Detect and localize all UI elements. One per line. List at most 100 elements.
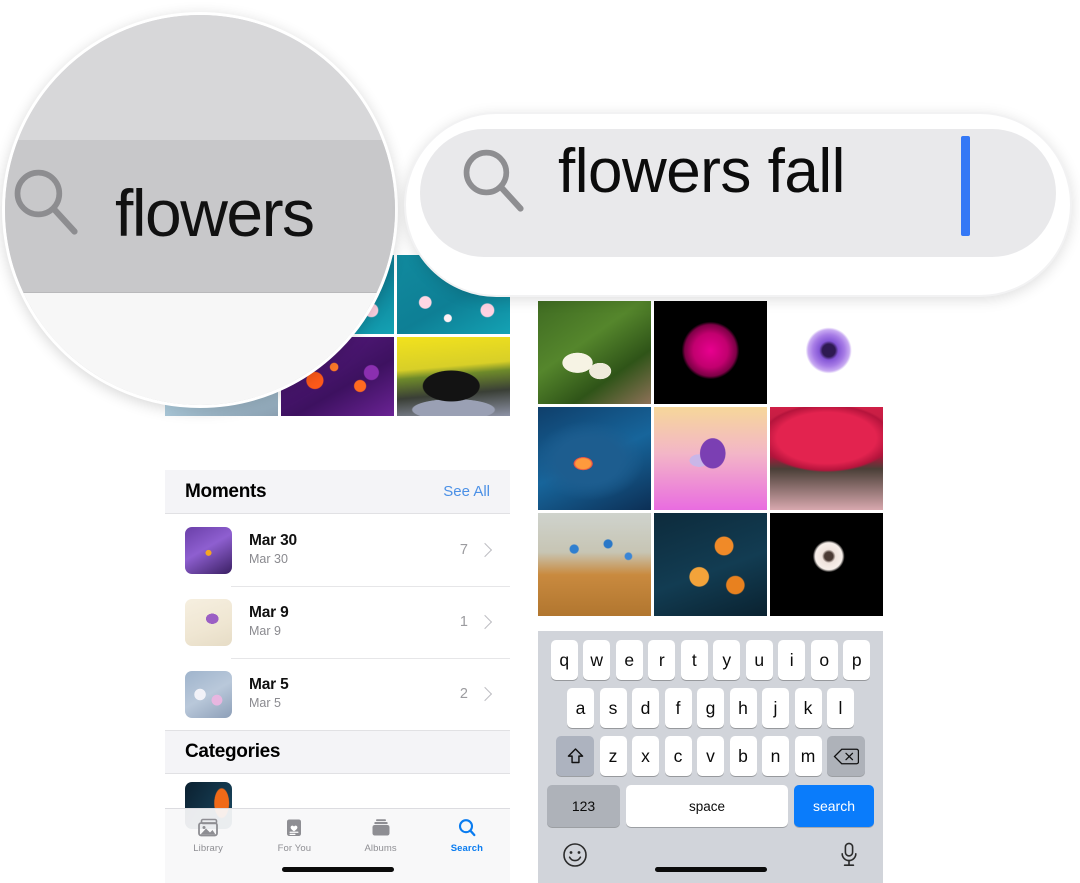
magnified-search-text: flowers fall (558, 137, 845, 206)
magnifier-callout-left: flowers (2, 12, 398, 408)
search-magnifier-icon (458, 819, 476, 837)
key-e[interactable]: e (615, 640, 643, 680)
moment-subtitle: Mar 9 (249, 624, 281, 639)
keyboard-row-4: 123 space search (538, 785, 883, 827)
chevron-right-icon (477, 686, 493, 702)
key-j[interactable]: j (762, 688, 789, 728)
key-l[interactable]: l (827, 688, 854, 728)
chevron-right-icon (477, 542, 493, 558)
search-icon (14, 169, 78, 235)
photo-thumbnail[interactable] (538, 301, 651, 404)
delete-backspace-icon (833, 748, 859, 764)
for-you-heart-card-icon (287, 819, 302, 836)
key-u[interactable]: u (745, 640, 773, 680)
photo-thumbnail[interactable] (770, 513, 883, 616)
key-f[interactable]: f (664, 688, 692, 728)
moments-section-header: Moments See All (165, 470, 510, 514)
key-x[interactable]: x (632, 736, 659, 776)
photo-thumbnail[interactable] (654, 513, 767, 616)
keyboard-row-1: q w e r t y u i o p (538, 640, 883, 680)
tab-label: For You (277, 843, 312, 854)
key-i[interactable]: i (778, 640, 806, 680)
callout-bottom-band (5, 291, 395, 405)
moment-count: 2 (459, 686, 468, 702)
shift-arrow-icon (567, 747, 583, 763)
moment-thumbnail (185, 598, 232, 646)
categories-section-header: Categories (165, 730, 510, 774)
emoji-smiley-icon[interactable] (562, 842, 588, 868)
key-q[interactable]: q (550, 640, 578, 680)
home-indicator (281, 867, 394, 872)
key-k[interactable]: k (794, 688, 822, 728)
phone-right-screen: q w e r t y u i o p a s d f g h j k l z … (538, 288, 883, 883)
photo-thumbnail[interactable] (538, 513, 651, 616)
callout-top-band (5, 15, 395, 140)
moment-title: Mar 30 (249, 532, 297, 550)
moment-title: Mar 5 (249, 676, 289, 694)
moment-count: 7 (459, 542, 468, 558)
screenshot-stage: Moments See All Mar 30 Mar 30 7 Mar 9 Ma… (0, 0, 1080, 883)
moment-row[interactable]: Mar 5 Mar 5 2 (165, 658, 510, 730)
photos-library-icon (198, 818, 219, 837)
tab-albums[interactable]: Albums (338, 818, 424, 854)
moment-row[interactable]: Mar 30 Mar 30 7 (165, 514, 510, 586)
key-d[interactable]: d (632, 688, 659, 728)
photo-thumbnail[interactable] (654, 407, 767, 510)
key-y[interactable]: y (713, 640, 741, 680)
moment-title: Mar 9 (249, 604, 289, 622)
photo-thumbnail[interactable] (538, 407, 651, 510)
tab-for-you[interactable]: For You (251, 818, 337, 854)
tab-label: Library (193, 843, 223, 854)
key-v[interactable]: v (697, 736, 724, 776)
chevron-right-icon (477, 614, 493, 630)
key-c[interactable]: c (664, 736, 692, 776)
key-g[interactable]: g (697, 688, 724, 728)
key-r[interactable]: r (648, 640, 676, 680)
tab-bar: Library For You Albums Search (165, 808, 510, 883)
tab-search[interactable]: Search (424, 818, 510, 854)
on-screen-keyboard: q w e r t y u i o p a s d f g h j k l z … (538, 631, 883, 883)
delete-key[interactable] (827, 736, 865, 776)
moment-count: 1 (459, 614, 468, 630)
numbers-key[interactable]: 123 (547, 785, 620, 827)
shift-key[interactable] (556, 736, 594, 776)
keyboard-bottom-row (538, 827, 883, 869)
keyboard-row-2: a s d f g h j k l (538, 688, 883, 728)
keyboard-row-3: z x c v b n m (538, 736, 883, 776)
moment-subtitle: Mar 5 (249, 696, 281, 711)
albums-stack-icon (372, 819, 390, 836)
key-h[interactable]: h (729, 688, 757, 728)
home-indicator (654, 867, 767, 872)
magnified-search-text: flowers (115, 176, 315, 250)
moment-thumbnail (185, 670, 232, 718)
key-t[interactable]: t (680, 640, 708, 680)
moments-title: Moments (185, 480, 267, 502)
microphone-icon[interactable] (839, 841, 859, 869)
space-key[interactable]: space (626, 785, 788, 827)
tab-label: Albums (364, 843, 397, 854)
photo-results-grid-right[interactable] (538, 301, 883, 619)
text-cursor (961, 136, 970, 236)
photo-thumbnail[interactable] (770, 301, 883, 404)
key-a[interactable]: a (567, 688, 594, 728)
key-p[interactable]: p (843, 640, 871, 680)
photo-thumbnail[interactable] (397, 337, 510, 416)
moment-row[interactable]: Mar 9 Mar 9 1 (165, 586, 510, 658)
key-w[interactable]: w (583, 640, 611, 680)
search-icon (463, 149, 524, 212)
photo-thumbnail[interactable] (770, 407, 883, 510)
magnifier-callout-right: flowers fall (404, 112, 1072, 297)
key-z[interactable]: z (599, 736, 627, 776)
key-n[interactable]: n (762, 736, 789, 776)
moment-subtitle: Mar 30 (249, 552, 288, 567)
key-s[interactable]: s (599, 688, 627, 728)
key-o[interactable]: o (810, 640, 838, 680)
key-m[interactable]: m (794, 736, 822, 776)
search-return-key[interactable]: search (794, 785, 874, 827)
moments-see-all-link[interactable]: See All (443, 483, 490, 500)
key-b[interactable]: b (729, 736, 757, 776)
moment-thumbnail (185, 526, 232, 574)
categories-title: Categories (185, 741, 281, 762)
photo-thumbnail[interactable] (654, 301, 767, 404)
tab-library[interactable]: Library (165, 818, 251, 854)
